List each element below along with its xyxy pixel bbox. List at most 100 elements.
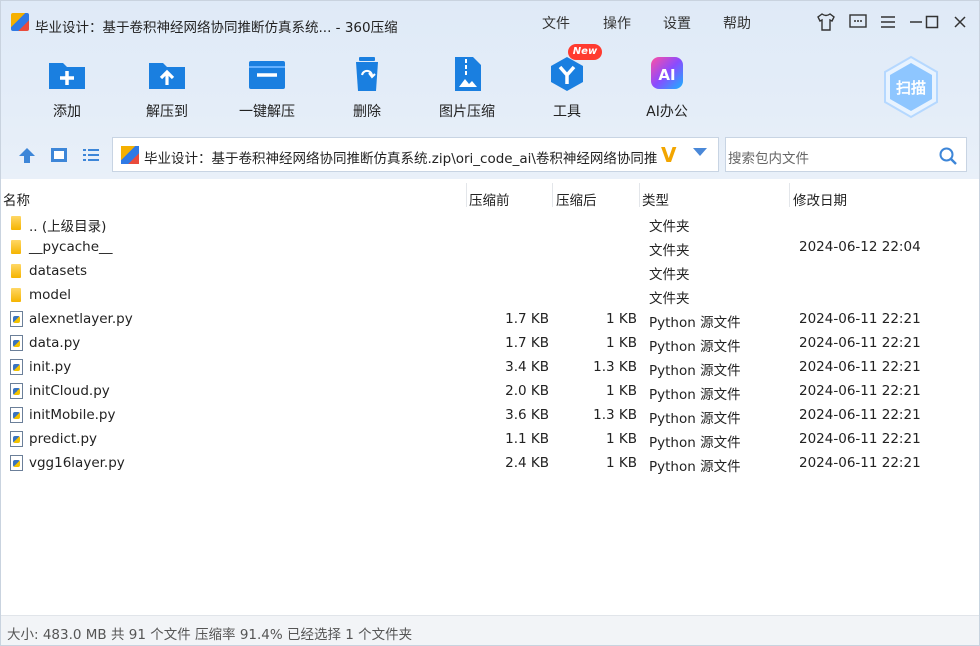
file-size: 1.7 KB <box>505 311 549 327</box>
extract-to-label: 解压到 <box>146 104 188 120</box>
menu-settings[interactable]: 设置 <box>663 13 691 33</box>
column-header-type[interactable]: 类型 <box>642 189 669 209</box>
file-type: 文件夹 <box>649 219 690 235</box>
column-header-size[interactable]: 压缩前 <box>469 189 510 209</box>
one-click-extract-label: 一键解压 <box>239 104 295 120</box>
file-name: initMobile.py <box>29 407 116 423</box>
up-level-icon[interactable] <box>16 145 38 165</box>
menu-operation[interactable]: 操作 <box>603 13 631 33</box>
column-divider[interactable] <box>552 183 553 207</box>
file-name: datasets <box>29 263 88 279</box>
search-icon[interactable] <box>938 146 958 166</box>
scan-button[interactable]: 扫描 <box>881 55 941 119</box>
file-packed-size: 1 KB <box>606 431 637 447</box>
ai-office-button[interactable]: AI AI办公 <box>627 51 707 123</box>
file-row[interactable]: vgg16layer.py 2.4 KB 1 KB Python 源文件 2024-06… <box>1 452 979 476</box>
vip-icon[interactable]: V <box>661 143 676 167</box>
column-header-name[interactable]: 名称 <box>3 189 30 209</box>
file-date: 2024-06-11 22:21 <box>799 359 921 375</box>
skin-icon[interactable] <box>811 9 841 35</box>
file-type: Python 源文件 <box>649 411 741 427</box>
tools-icon <box>551 57 583 91</box>
maximize-button[interactable] <box>917 9 947 35</box>
file-row[interactable]: data.py 1.7 KB 1 KB Python 源文件 2024-06-11 22… <box>1 332 979 356</box>
python-file-icon <box>10 311 23 327</box>
menu-file[interactable]: 文件 <box>542 13 570 33</box>
file-name: model <box>29 287 72 303</box>
file-row[interactable]: init.py 3.4 KB 1.3 KB Python 源文件 2024-06-11 … <box>1 356 979 380</box>
address-bar[interactable]: 毕业设计：基于卷积神经网络协同推断仿真系统.zip\ori_code_ai\卷积… <box>112 137 719 172</box>
file-row[interactable]: model 文件夹 <box>1 284 979 308</box>
status-bar: 大小: 483.0 MB 共 91 个文件 压缩率 91.4% 已经选择 1 个… <box>1 615 979 645</box>
tools-label: 工具 <box>553 104 581 120</box>
new-badge: New <box>568 44 602 60</box>
list-view-icon[interactable] <box>80 145 102 165</box>
delete-icon <box>356 57 378 91</box>
file-row[interactable]: .. (上级目录) 文件夹 <box>1 212 979 236</box>
close-button[interactable] <box>945 9 975 35</box>
one-click-extract-icon <box>249 61 285 89</box>
column-divider[interactable] <box>466 183 467 207</box>
folder-icon <box>11 288 21 302</box>
image-compress-button[interactable]: 图片压缩 <box>427 51 507 123</box>
file-size: 3.6 KB <box>505 407 549 423</box>
delete-button[interactable]: 删除 <box>327 51 407 123</box>
file-row[interactable]: __pycache__ 文件夹 2024-06-12 22:04 <box>1 236 979 260</box>
feedback-icon[interactable] <box>843 9 873 35</box>
file-row[interactable]: datasets 文件夹 <box>1 260 979 284</box>
status-text: 大小: 483.0 MB 共 91 个文件 压缩率 91.4% 已经选择 1 个… <box>7 627 413 643</box>
file-size: 3.4 KB <box>505 359 549 375</box>
search-input[interactable]: 搜索包内文件 <box>728 147 809 167</box>
file-size: 2.4 KB <box>505 455 549 471</box>
tools-button[interactable]: 工具 <box>527 51 607 123</box>
python-file-icon <box>10 359 23 375</box>
folder-icon <box>11 216 21 230</box>
column-header-packed[interactable]: 压缩后 <box>556 189 597 209</box>
file-name: .. (上级目录) <box>29 219 107 235</box>
file-type: Python 源文件 <box>649 435 741 451</box>
archive-icon <box>121 146 139 164</box>
python-file-icon <box>10 431 23 447</box>
file-size: 1.1 KB <box>505 431 549 447</box>
python-file-icon <box>10 335 23 351</box>
file-packed-size: 1.3 KB <box>593 359 637 375</box>
menu-icon[interactable] <box>873 9 903 35</box>
file-row[interactable]: initCloud.py 2.0 KB 1 KB Python 源文件 2024-06-… <box>1 380 979 404</box>
chevron-down-icon[interactable] <box>693 148 707 156</box>
ai-office-label: AI办公 <box>646 104 688 120</box>
file-packed-size: 1 KB <box>606 455 637 471</box>
python-file-icon <box>10 455 23 471</box>
file-date: 2024-06-11 22:21 <box>799 383 921 399</box>
menu-help[interactable]: 帮助 <box>723 13 751 33</box>
file-size: 1.7 KB <box>505 335 549 351</box>
add-button[interactable]: 添加 <box>27 51 107 123</box>
one-click-extract-button[interactable]: 一键解压 <box>227 51 307 123</box>
file-name: __pycache__ <box>29 239 113 255</box>
folder-icon <box>11 264 21 278</box>
file-list: 名称 压缩前 压缩后 类型 修改日期 .. (上级目录) 文件夹 __pycache… <box>1 181 979 615</box>
file-date: 2024-06-12 22:04 <box>799 239 921 255</box>
file-name: data.py <box>29 335 81 351</box>
extract-icon <box>149 63 185 89</box>
column-divider[interactable] <box>639 183 640 207</box>
column-divider[interactable] <box>789 183 790 207</box>
file-packed-size: 1.3 KB <box>593 407 637 423</box>
column-header-date[interactable]: 修改日期 <box>793 189 847 209</box>
search-box[interactable]: 搜索包内文件 <box>725 137 967 172</box>
python-file-icon <box>10 383 23 399</box>
file-date: 2024-06-11 22:21 <box>799 335 921 351</box>
archive-window: 毕业设计：基于卷积神经网络协同推断仿真系统... - 360压缩 文件 操作 设… <box>0 0 980 646</box>
file-row[interactable]: initMobile.py 3.6 KB 1.3 KB Python 源文件 2024-… <box>1 404 979 428</box>
window-title: 毕业设计：基于卷积神经网络协同推断仿真系统... - 360压缩 <box>35 20 398 36</box>
title-bar: 毕业设计：基于卷积神经网络协同推断仿真系统... - 360压缩 文件 操作 设… <box>1 1 979 45</box>
svg-text:AI: AI <box>658 66 675 84</box>
app-logo-icon <box>11 13 29 31</box>
file-date: 2024-06-11 22:21 <box>799 311 921 327</box>
file-packed-size: 1 KB <box>606 383 637 399</box>
file-type: Python 源文件 <box>649 315 741 331</box>
file-row[interactable]: predict.py 1.1 KB 1 KB Python 源文件 2024-06-11… <box>1 428 979 452</box>
thumbnail-view-icon[interactable] <box>48 145 70 165</box>
file-row[interactable]: alexnetlayer.py 1.7 KB 1 KB Python 源文件 2024-… <box>1 308 979 332</box>
extract-to-button[interactable]: 解压到 <box>127 51 207 123</box>
file-type: Python 源文件 <box>649 387 741 403</box>
